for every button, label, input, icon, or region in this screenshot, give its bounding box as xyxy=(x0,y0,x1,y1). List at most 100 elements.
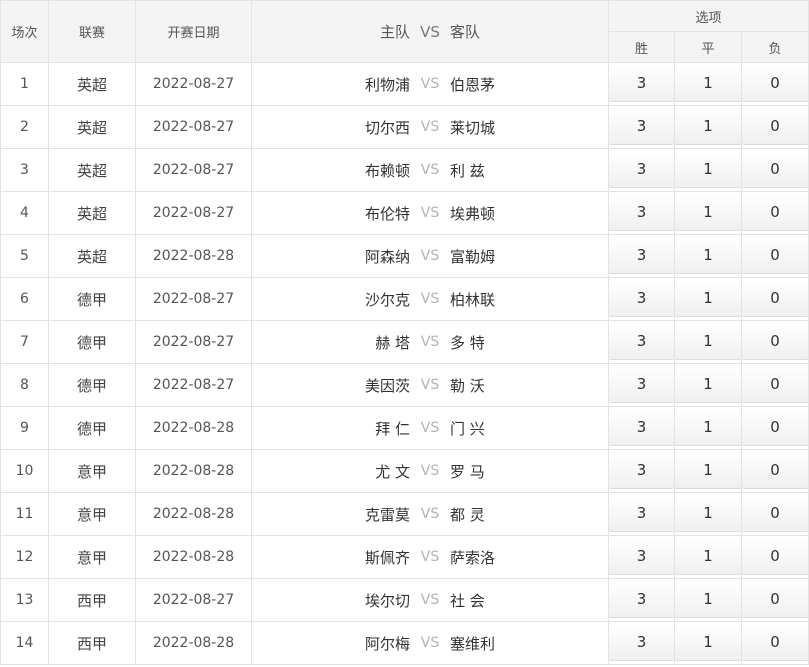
option-draw-button[interactable]: 1 xyxy=(675,281,741,317)
away-team: 罗 马 xyxy=(450,462,485,481)
option-draw-cell: 1 xyxy=(674,449,742,493)
option-draw-cell: 1 xyxy=(674,492,742,536)
away-team: 塞维利 xyxy=(450,634,496,653)
option-win-cell: 3 xyxy=(608,320,675,364)
option-lose-button[interactable]: 0 xyxy=(742,453,808,489)
option-lose-button[interactable]: 0 xyxy=(742,324,808,360)
option-win-cell: 3 xyxy=(608,234,675,278)
match-date: 2022-08-27 xyxy=(135,277,252,321)
option-lose-button[interactable]: 0 xyxy=(742,109,808,145)
option-win-button[interactable]: 3 xyxy=(609,324,674,360)
option-win-cell: 3 xyxy=(608,621,675,665)
teams-wrap: 切尔西 VS 莱切城 xyxy=(253,117,608,138)
option-draw-button[interactable]: 1 xyxy=(675,195,741,231)
option-draw-button[interactable]: 1 xyxy=(675,453,741,489)
away-team: 利 兹 xyxy=(450,161,485,180)
match-teams: 埃尔切 VS 社 会 xyxy=(251,578,609,622)
option-win-cell: 3 xyxy=(608,148,675,192)
home-team: 布伦特 xyxy=(364,204,410,223)
match-date: 2022-08-27 xyxy=(135,148,252,192)
option-draw-button[interactable]: 1 xyxy=(675,66,741,102)
option-draw-cell: 1 xyxy=(674,191,742,235)
option-draw-button[interactable]: 1 xyxy=(675,625,741,661)
option-win-button[interactable]: 3 xyxy=(609,281,674,317)
option-lose-button[interactable]: 0 xyxy=(742,367,808,403)
option-win-button[interactable]: 3 xyxy=(609,109,674,145)
option-draw-button[interactable]: 1 xyxy=(675,582,741,618)
vs-label: VS xyxy=(420,592,440,608)
option-draw-button[interactable]: 1 xyxy=(675,410,741,446)
option-lose-cell: 0 xyxy=(740,234,809,278)
option-draw-cell: 1 xyxy=(674,363,742,407)
home-team: 赫 塔 xyxy=(375,333,410,352)
match-teams: 赫 塔 VS 多 特 xyxy=(251,320,609,364)
option-draw-cell: 1 xyxy=(674,320,742,364)
option-win-button[interactable]: 3 xyxy=(609,496,674,532)
table-row: 5 英超 2022-08-28 阿森纳 VS 富勒姆 3 1 0 xyxy=(0,234,809,278)
match-index: 6 xyxy=(0,277,49,321)
away-team: 门 兴 xyxy=(450,419,485,438)
option-lose-button[interactable]: 0 xyxy=(742,238,808,274)
option-win-button[interactable]: 3 xyxy=(609,152,674,188)
vs-label: VS xyxy=(420,205,440,221)
teams-wrap: 埃尔切 VS 社 会 xyxy=(253,590,608,611)
option-lose-button[interactable]: 0 xyxy=(742,539,808,575)
option-draw-button[interactable]: 1 xyxy=(675,496,741,532)
option-lose-button[interactable]: 0 xyxy=(742,66,808,102)
option-win-button[interactable]: 3 xyxy=(609,410,674,446)
table-row: 6 德甲 2022-08-27 沙尔克 VS 柏林联 3 1 0 xyxy=(0,277,809,321)
option-win-button[interactable]: 3 xyxy=(609,66,674,102)
header-home: 主队 xyxy=(379,23,410,41)
teams-wrap: 布伦特 VS 埃弗顿 xyxy=(253,203,608,224)
league-name: 西甲 xyxy=(48,578,136,622)
option-lose-button[interactable]: 0 xyxy=(742,625,808,661)
option-draw-button[interactable]: 1 xyxy=(675,539,741,575)
match-index: 14 xyxy=(0,621,49,665)
vs-label: VS xyxy=(420,549,440,565)
home-team: 克雷莫 xyxy=(364,505,410,524)
option-draw-button[interactable]: 1 xyxy=(675,324,741,360)
away-team: 富勒姆 xyxy=(450,247,496,266)
option-win-button[interactable]: 3 xyxy=(609,238,674,274)
teams-wrap: 沙尔克 VS 柏林联 xyxy=(253,289,608,310)
option-draw-button[interactable]: 1 xyxy=(675,152,741,188)
option-win-button[interactable]: 3 xyxy=(609,625,674,661)
option-draw-button[interactable]: 1 xyxy=(675,109,741,145)
header-vs: VS xyxy=(420,22,440,41)
option-win-cell: 3 xyxy=(608,492,675,536)
table-row: 1 英超 2022-08-27 利物浦 VS 伯恩茅 3 1 0 xyxy=(0,62,809,106)
match-teams: 尤 文 VS 罗 马 xyxy=(251,449,609,493)
option-lose-button[interactable]: 0 xyxy=(742,281,808,317)
vs-label: VS xyxy=(420,635,440,651)
option-lose-button[interactable]: 0 xyxy=(742,152,808,188)
table-row: 11 意甲 2022-08-28 克雷莫 VS 都 灵 3 1 0 xyxy=(0,492,809,536)
option-draw-button[interactable]: 1 xyxy=(675,238,741,274)
teams-wrap: 赫 塔 VS 多 特 xyxy=(253,332,608,353)
option-win-button[interactable]: 3 xyxy=(609,582,674,618)
match-date: 2022-08-28 xyxy=(135,234,252,278)
option-win-button[interactable]: 3 xyxy=(609,367,674,403)
option-win-button[interactable]: 3 xyxy=(609,195,674,231)
option-draw-button[interactable]: 1 xyxy=(675,367,741,403)
match-date: 2022-08-27 xyxy=(135,191,252,235)
option-lose-button[interactable]: 0 xyxy=(742,410,808,446)
option-draw-cell: 1 xyxy=(674,62,742,106)
option-lose-cell: 0 xyxy=(740,320,809,364)
option-lose-cell: 0 xyxy=(740,62,809,106)
vs-label: VS xyxy=(420,506,440,522)
option-win-button[interactable]: 3 xyxy=(609,453,674,489)
table-row: 9 德甲 2022-08-28 拜 仁 VS 门 兴 3 1 0 xyxy=(0,406,809,450)
option-lose-button[interactable]: 0 xyxy=(742,195,808,231)
option-lose-button[interactable]: 0 xyxy=(742,582,808,618)
option-win-button[interactable]: 3 xyxy=(609,539,674,575)
option-win-cell: 3 xyxy=(608,449,675,493)
header-option-win: 胜 xyxy=(608,31,675,63)
option-lose-button[interactable]: 0 xyxy=(742,496,808,532)
teams-wrap: 美因茨 VS 勒 沃 xyxy=(253,375,608,396)
home-team: 沙尔克 xyxy=(364,290,410,309)
match-date: 2022-08-28 xyxy=(135,535,252,579)
home-team: 埃尔切 xyxy=(364,591,410,610)
league-name: 德甲 xyxy=(48,277,136,321)
vs-label: VS xyxy=(420,119,440,135)
option-lose-cell: 0 xyxy=(740,621,809,665)
